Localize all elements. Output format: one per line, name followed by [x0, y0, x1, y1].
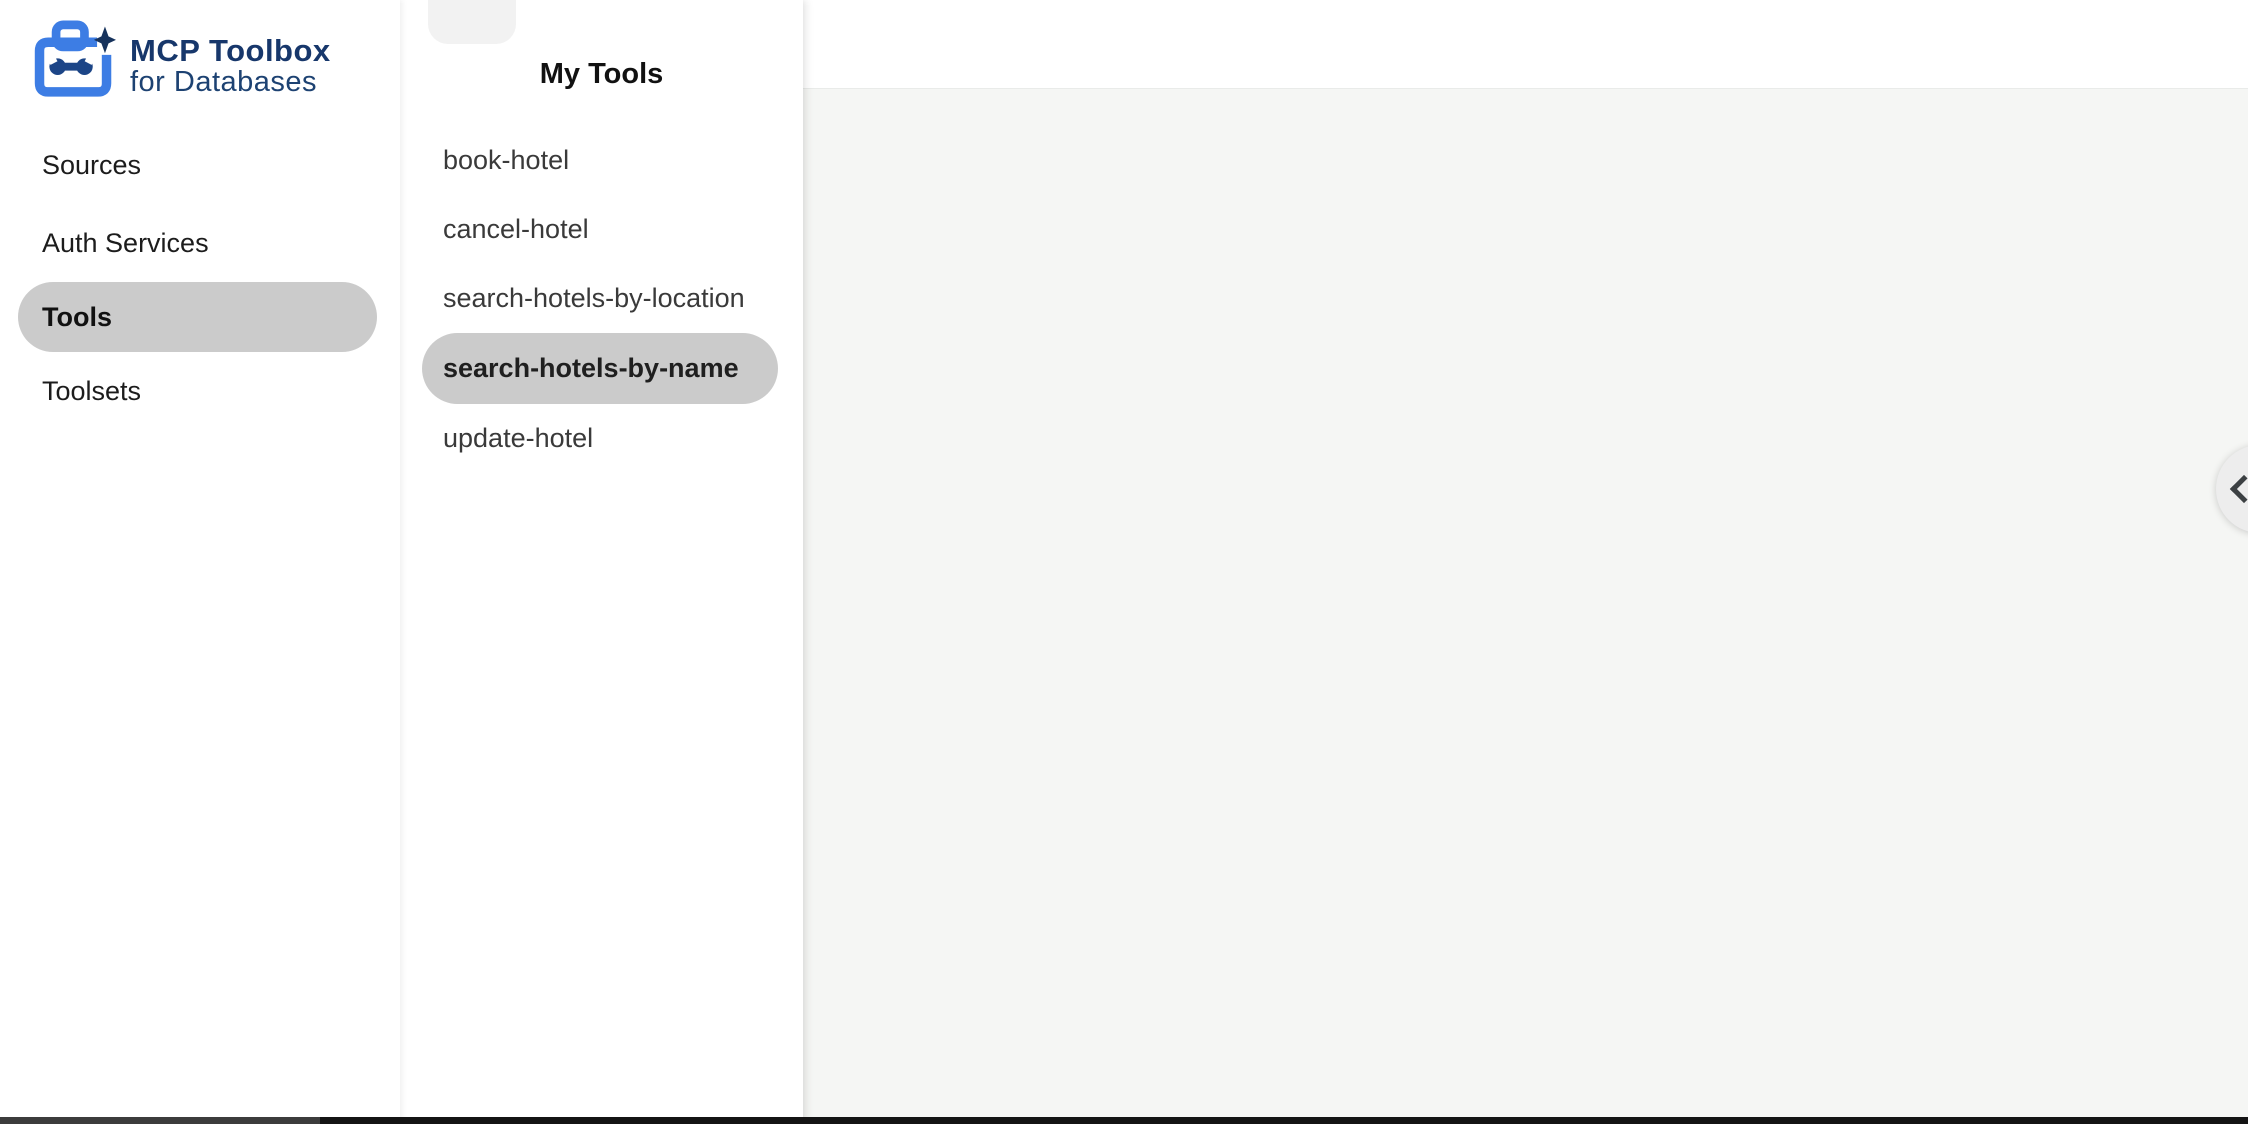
- sidebar-item-toolsets[interactable]: Toolsets: [0, 352, 400, 430]
- sidebar-item-label: Sources: [0, 150, 141, 181]
- toolbox-logo-icon: [34, 14, 116, 102]
- tool-item-label: search-hotels-by-name: [422, 353, 739, 384]
- brand-line1: MCP Toolbox: [130, 35, 331, 68]
- main-header-strip: [803, 0, 2248, 89]
- tool-item-update-hotel[interactable]: update-hotel: [400, 404, 803, 473]
- brand-logo: MCP Toolbox for Databases: [34, 14, 331, 102]
- tools-panel: My Tools book-hotel cancel-hotel search-…: [400, 0, 803, 1124]
- sidebar-item-label: Tools: [18, 302, 112, 333]
- tool-item-label: search-hotels-by-location: [400, 283, 745, 314]
- tool-item-cancel-hotel[interactable]: cancel-hotel: [400, 195, 803, 264]
- tool-item-label: update-hotel: [400, 423, 593, 454]
- tool-item-search-hotels-by-location[interactable]: search-hotels-by-location: [400, 264, 803, 333]
- sidebar-item-tools[interactable]: Tools: [18, 282, 377, 352]
- scrollbar-thumb[interactable]: [0, 1117, 320, 1124]
- tool-item-label: cancel-hotel: [400, 214, 589, 245]
- sidebar-item-label: Auth Services: [0, 228, 209, 259]
- app-root: Name: search-hotels-by-name Description:…: [0, 0, 2248, 1124]
- scrolled-item-remnant: [428, 0, 516, 44]
- tool-list: book-hotel cancel-hotel search-hotels-by…: [400, 126, 803, 473]
- sidebar-item-auth-services[interactable]: Auth Services: [0, 204, 400, 282]
- sidebar: MCP Toolbox for Databases Sources Auth S…: [0, 0, 400, 1124]
- tools-panel-title: My Tools: [400, 58, 803, 91]
- tool-item-book-hotel[interactable]: book-hotel: [400, 126, 803, 195]
- main-content: [803, 0, 2248, 1124]
- tool-item-label: book-hotel: [400, 145, 569, 176]
- tool-item-search-hotels-by-name[interactable]: search-hotels-by-name: [422, 333, 778, 404]
- brand-line2: for Databases: [130, 67, 331, 97]
- sidebar-nav: Sources Auth Services Tools Toolsets: [0, 126, 400, 430]
- brand-text: MCP Toolbox for Databases: [130, 19, 331, 98]
- chevron-left-icon: [2230, 475, 2248, 503]
- sidebar-item-label: Toolsets: [0, 376, 141, 407]
- sidebar-item-sources[interactable]: Sources: [0, 126, 400, 204]
- horizontal-scrollbar[interactable]: [0, 1117, 2248, 1124]
